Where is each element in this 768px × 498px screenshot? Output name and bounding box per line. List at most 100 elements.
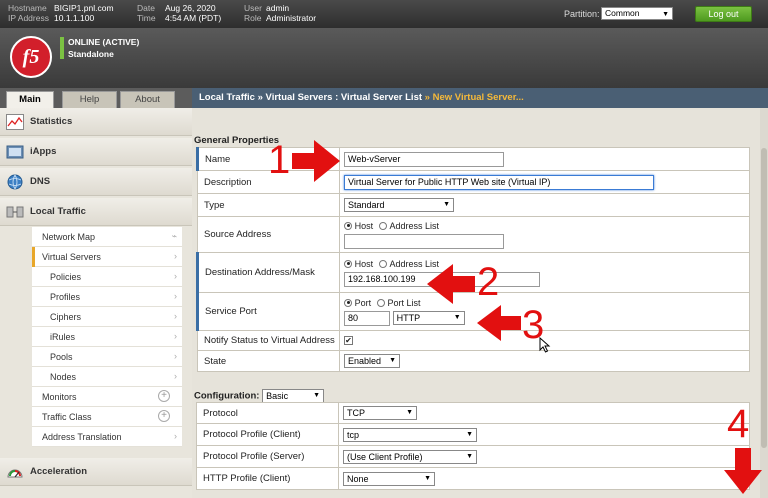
sidebar: Statistics iApps DNS Local Traffic Netwo… [0, 108, 192, 498]
nav-tabs: Main Help About [0, 88, 192, 108]
notify-checkbox[interactable]: ✔ [344, 335, 353, 345]
sidebar-subitem-pools[interactable]: Pools › [32, 347, 182, 367]
http-profile-client-select[interactable]: None ▼ [343, 471, 435, 486]
configuration-mode-select[interactable]: Basic ▼ [262, 389, 325, 403]
tab-help[interactable]: Help [62, 91, 117, 108]
sidebar-subitem-ciphers[interactable]: Ciphers › [32, 307, 182, 327]
vertical-scrollbar[interactable] [760, 108, 768, 498]
tab-about[interactable]: About [120, 91, 175, 108]
protocol-profile-client-row: Protocol Profile (Client) tcp ▼ [196, 423, 750, 446]
sidebar-item-local-traffic[interactable]: Local Traffic [0, 198, 192, 226]
sidebar-subitem-virtual-servers[interactable]: Virtual Servers › [32, 247, 182, 267]
source-address-cell: Host Address List [339, 216, 750, 253]
chevron-right-icon: › [174, 371, 177, 381]
configuration-title: Configuration: [194, 390, 260, 402]
datetime-block: Date Aug 26, 2020 Time 4:54 AM (PDT) [137, 3, 221, 23]
breadcrumb-virtual-server-list[interactable]: Virtual Servers : Virtual Server List [266, 92, 422, 103]
destination-cell: Host Address List 192.168.100.199 [339, 252, 750, 293]
protocol-profile-server-cell: (Use Client Profile) ▼ [338, 445, 750, 468]
chevron-down-icon: ▼ [453, 314, 461, 321]
type-row: Type Standard ▼ [197, 193, 750, 217]
protocol-select[interactable]: TCP ▼ [343, 406, 417, 420]
sidebar-subitem-profiles[interactable]: Profiles › [32, 287, 182, 307]
tab-main[interactable]: Main [6, 91, 54, 108]
sidebar-subitem-traffic-class[interactable]: Traffic Class + [32, 407, 182, 427]
hostname-block: Hostname BIGIP1.pnl.com IP Address 10.1.1.… [8, 3, 114, 23]
status-mode: Standalone [68, 49, 114, 59]
source-address-input[interactable] [344, 233, 504, 249]
sidebar-item-label: Acceleration [30, 466, 88, 477]
destination-label: Destination Address/Mask [196, 252, 340, 293]
annotation-arrow-2-icon [427, 264, 475, 304]
sidebar-item-acceleration[interactable]: Acceleration [0, 458, 192, 486]
plus-icon[interactable]: + [158, 390, 170, 402]
sidebar-item-label: Local Traffic [30, 206, 86, 217]
type-select[interactable]: Standard ▼ [344, 198, 454, 212]
logout-button[interactable]: Log out [695, 6, 752, 22]
source-address-list-radio[interactable] [378, 221, 387, 230]
description-input[interactable]: Virtual Server for Public HTTP Web site … [344, 174, 654, 190]
subitem-label: Monitors [42, 392, 77, 402]
protocol-profile-client-select[interactable]: tcp ▼ [343, 427, 477, 442]
dest-address-list-radio[interactable] [378, 259, 387, 268]
service-port-cell: Port Port List 80 HTTP ▼ [339, 292, 750, 331]
partition-select[interactable]: Common ▼ [601, 7, 673, 20]
chevron-down-icon: ▼ [424, 474, 431, 482]
sidebar-item-iapps[interactable]: iApps [0, 138, 192, 166]
sidebar-item-statistics[interactable]: Statistics [0, 108, 192, 136]
sidebar-subitem-monitors[interactable]: Monitors + [32, 387, 182, 407]
port-protocol-select[interactable]: HTTP ▼ [392, 311, 465, 325]
protocol-profile-server-row: Protocol Profile (Server) (Use Client Pr… [196, 445, 750, 468]
protocol-label: Protocol [196, 402, 339, 424]
f5-logo[interactable]: f5 [10, 36, 52, 78]
annotation-arrow-3-icon [477, 305, 521, 341]
hostname-label: Hostname [8, 3, 47, 13]
subitem-label: Pools [50, 352, 73, 362]
source-address-list-label: Address List [389, 220, 439, 231]
general-properties-title: General Properties [194, 135, 280, 146]
sidebar-item-dns[interactable]: DNS [0, 168, 192, 196]
breadcrumb-local-traffic[interactable]: Local Traffic [199, 92, 255, 103]
source-address-row: Source Address Host Address List [197, 216, 750, 253]
hostname-value: BIGIP1.pnl.com [54, 3, 114, 13]
chevron-right-icon: › [174, 351, 177, 361]
sidebar-subitem-nodes[interactable]: Nodes › [32, 367, 182, 387]
port-list-radio[interactable] [376, 298, 385, 307]
state-select[interactable]: Enabled ▼ [344, 354, 400, 368]
sidebar-item-label: DNS [30, 176, 51, 187]
protocol-profile-server-select[interactable]: (Use Client Profile) ▼ [343, 449, 477, 464]
source-host-radio[interactable] [344, 221, 352, 230]
configuration-mode-value: Basic [266, 391, 289, 401]
chevron-right-icon: › [174, 431, 177, 441]
sidebar-subitem-policies[interactable]: Policies › [32, 267, 182, 287]
notify-label: Notify Status to Virtual Address [197, 330, 340, 351]
protocol-value: TCP [347, 408, 365, 418]
role-value: Administrator [266, 13, 317, 23]
name-input[interactable]: Web-vServer [344, 151, 504, 167]
sidebar-subitem-address-translation[interactable]: Address Translation › [32, 427, 182, 447]
type-cell: Standard ▼ [339, 193, 750, 217]
sidebar-subitem-irules[interactable]: iRules › [32, 327, 182, 347]
protocol-profile-client-cell: tcp ▼ [338, 423, 750, 446]
type-value: Standard [348, 200, 385, 210]
mouse-cursor-icon [539, 337, 551, 353]
top-status-bar: Hostname BIGIP1.pnl.com IP Address 10.1.1.… [0, 0, 768, 28]
http-profile-client-label: HTTP Profile (Client) [196, 467, 339, 490]
chevron-right-icon: › [174, 331, 177, 341]
chevron-down-icon: ▼ [389, 357, 396, 364]
dest-host-radio[interactable] [344, 259, 352, 268]
dest-host-label: Host [354, 258, 374, 269]
plus-icon[interactable]: + [158, 410, 170, 422]
sidebar-subitem-network-map[interactable]: Network Map ⌁ [32, 227, 182, 247]
breadcrumb-separator: » [257, 92, 263, 103]
chevron-right-icon: › [174, 291, 177, 301]
chevron-down-icon: ▼ [662, 11, 669, 18]
subitem-label: iRules [50, 332, 76, 342]
chevron-down-icon: ▼ [466, 430, 473, 438]
port-radio[interactable] [344, 298, 352, 307]
port-input[interactable]: 80 [344, 310, 390, 326]
scrollbar-thumb[interactable] [761, 148, 767, 448]
protocol-profile-server-label: Protocol Profile (Server) [196, 445, 339, 468]
acceleration-gauge-icon [7, 469, 23, 478]
port-list-label: Port List [387, 297, 421, 308]
